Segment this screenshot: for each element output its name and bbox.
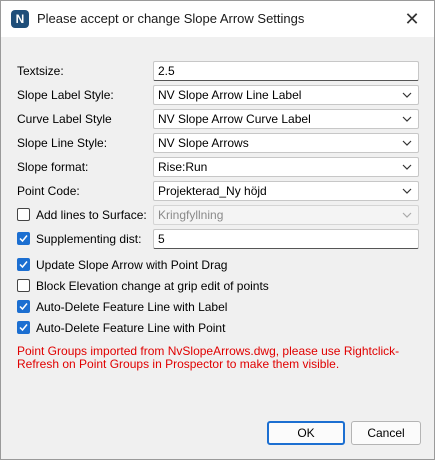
textsize-label: Textsize: [17, 64, 64, 78]
add-lines-surface-select: Kringfyllning [153, 205, 419, 225]
auto-delete-label-label: Auto-Delete Feature Line with Label [36, 300, 228, 314]
point-code-select[interactable]: Projekterad_Ny höjd [153, 181, 419, 201]
title-bar: N Please accept or change Slope Arrow Se… [1, 1, 434, 37]
app-icon: N [11, 10, 29, 28]
supplementing-dist-checkbox[interactable] [17, 232, 30, 245]
checkmark-icon [19, 261, 28, 269]
add-lines-label: Add lines to Surface: [36, 208, 147, 222]
auto-delete-point-checkbox[interactable] [17, 321, 30, 334]
slope-label-style-value: NV Slope Arrow Line Label [158, 88, 302, 102]
checkmark-icon [19, 303, 28, 311]
chevron-down-icon [402, 140, 412, 146]
add-lines-surface-value: Kringfyllning [158, 208, 224, 222]
add-lines-checkbox[interactable] [17, 208, 30, 221]
chevron-down-icon [402, 212, 412, 218]
dialog-window: N Please accept or change Slope Arrow Se… [0, 0, 435, 460]
info-note: Point Groups imported from NvSlopeArrows… [17, 344, 400, 371]
point-code-label: Point Code: [17, 184, 80, 198]
cancel-button[interactable]: Cancel [351, 421, 421, 445]
chevron-down-icon [402, 92, 412, 98]
slope-line-style-label: Slope Line Style: [17, 136, 108, 150]
slope-line-style-select[interactable]: NV Slope Arrows [153, 133, 419, 153]
block-elevation-label: Block Elevation change at grip edit of p… [36, 279, 269, 293]
checkmark-icon [19, 324, 28, 332]
curve-label-style-value: NV Slope Arrow Curve Label [158, 112, 311, 126]
slope-format-label: Slope format: [17, 160, 89, 174]
checkmark-icon [19, 235, 28, 243]
slope-label-style-select[interactable]: NV Slope Arrow Line Label [153, 85, 419, 105]
block-elevation-checkbox[interactable] [17, 279, 30, 292]
supplementing-dist-label: Supplementing dist: [36, 232, 142, 246]
update-slope-arrow-checkbox[interactable] [17, 258, 30, 271]
supplementing-dist-input[interactable]: 5 [153, 229, 419, 249]
slope-format-value: Rise:Run [158, 160, 208, 174]
auto-delete-label-checkbox[interactable] [17, 300, 30, 313]
point-code-value: Projekterad_Ny höjd [158, 184, 267, 198]
textsize-input[interactable]: 2.5 [153, 61, 419, 81]
chevron-down-icon [402, 188, 412, 194]
slope-format-select[interactable]: Rise:Run [153, 157, 419, 177]
slope-line-style-value: NV Slope Arrows [158, 136, 249, 150]
slope-label-style-label: Slope Label Style: [17, 88, 114, 102]
curve-label-style-label: Curve Label Style [17, 112, 112, 126]
close-button[interactable]: ✕ [390, 1, 434, 37]
chevron-down-icon [402, 164, 412, 170]
chevron-down-icon [402, 116, 412, 122]
window-title: Please accept or change Slope Arrow Sett… [37, 11, 305, 26]
ok-button[interactable]: OK [267, 421, 345, 445]
auto-delete-point-label: Auto-Delete Feature Line with Point [36, 321, 226, 335]
curve-label-style-select[interactable]: NV Slope Arrow Curve Label [153, 109, 419, 129]
update-slope-arrow-label: Update Slope Arrow with Point Drag [36, 258, 228, 272]
